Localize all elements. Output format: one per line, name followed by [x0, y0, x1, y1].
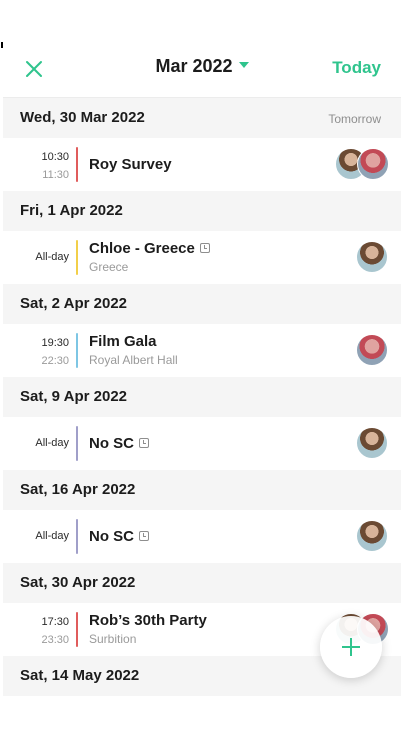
- clock-icon: [139, 438, 149, 449]
- day-label: Wed, 30 Mar 2022: [20, 109, 145, 126]
- event-allday-label: All-day: [35, 437, 69, 449]
- event-color-bar: [76, 519, 78, 554]
- month-label: Mar 2022: [155, 56, 233, 76]
- event-title-text: No SC: [89, 435, 134, 452]
- day-header: Sat, 16 Apr 2022: [3, 470, 401, 510]
- event-end-time: 11:30: [42, 169, 69, 181]
- event-title: Rob’s 30th Party: [89, 612, 207, 629]
- event-title-text: No SC: [89, 528, 134, 545]
- event-row[interactable]: 10:30 11:30 Roy Survey: [3, 138, 401, 191]
- event-title: No SC: [89, 435, 149, 452]
- event-title: Roy Survey: [89, 156, 172, 173]
- day-header: Wed, 30 Mar 2022 Tomorrow: [3, 98, 401, 138]
- event-row[interactable]: All-day No SC: [3, 417, 401, 470]
- event-allday-label: All-day: [35, 530, 69, 542]
- clock-icon: [139, 531, 149, 542]
- top-bar: Mar 2022 Today: [3, 40, 401, 98]
- avatar: [356, 241, 388, 273]
- day-label: Sat, 14 May 2022: [20, 667, 140, 684]
- avatar: [357, 148, 389, 180]
- event-color-bar: [76, 426, 78, 461]
- day-header: Sat, 9 Apr 2022: [3, 377, 401, 417]
- event-title-text: Chloe - Greece: [89, 240, 195, 257]
- event-allday-label: All-day: [35, 251, 69, 263]
- day-label: Sat, 30 Apr 2022: [20, 574, 136, 591]
- today-button[interactable]: Today: [332, 58, 381, 78]
- day-header: Sat, 30 Apr 2022: [3, 563, 401, 603]
- event-end-time: 22:30: [41, 355, 69, 367]
- event-location: Greece: [89, 260, 129, 274]
- event-location: Royal Albert Hall: [89, 353, 178, 367]
- event-title: Chloe - Greece: [89, 240, 210, 257]
- day-header: Sat, 2 Apr 2022: [3, 284, 401, 324]
- event-color-bar: [76, 612, 78, 647]
- day-label: Sat, 9 Apr 2022: [20, 388, 127, 405]
- event-title: Film Gala: [89, 333, 157, 350]
- event-color-bar: [76, 333, 78, 368]
- day-header: Fri, 1 Apr 2022: [3, 191, 401, 231]
- event-row[interactable]: All-day No SC: [3, 510, 401, 563]
- event-start-time: 19:30: [41, 337, 69, 349]
- calendar-page: Mar 2022 Today Wed, 30 Mar 2022 Tomorrow…: [3, 40, 401, 700]
- event-start-time: 17:30: [41, 616, 69, 628]
- event-row[interactable]: 19:30 22:30 Film Gala Royal Albert Hall: [3, 324, 401, 377]
- avatar: [356, 334, 388, 366]
- event-color-bar: [76, 147, 78, 182]
- chevron-down-icon: [238, 62, 249, 69]
- clock-icon: [199, 243, 210, 254]
- event-title: No SC: [89, 528, 149, 545]
- event-row[interactable]: All-day Chloe - Greece Greece: [3, 231, 401, 284]
- add-event-button[interactable]: [320, 616, 382, 678]
- avatar: [356, 427, 388, 459]
- event-location: Surbition: [89, 632, 137, 646]
- event-end-time: 23:30: [41, 634, 69, 646]
- event-start-time: 10:30: [41, 151, 69, 163]
- avatar: [356, 520, 388, 552]
- day-label: Sat, 16 Apr 2022: [20, 481, 136, 498]
- event-color-bar: [76, 240, 78, 275]
- day-label: Fri, 1 Apr 2022: [20, 202, 123, 219]
- day-label: Sat, 2 Apr 2022: [20, 295, 127, 312]
- day-note: Tomorrow: [328, 112, 381, 126]
